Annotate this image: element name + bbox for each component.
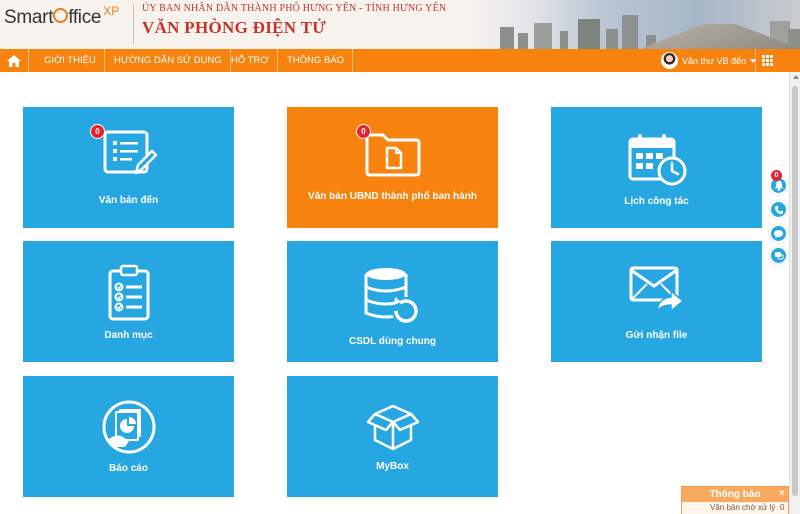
document-edit-icon [103,130,157,175]
office-name: VĂN PHÒNG ĐIỆN TỬ [142,18,327,37]
tile-label: Báo cáo [109,463,148,474]
count-badge: 0 [90,124,105,139]
tile-danh-muc[interactable]: Danh mục [23,241,234,362]
home-button[interactable] [0,49,29,72]
nav-item-ho-tro[interactable]: HỖ TRỢ [223,49,278,72]
tile-label: Gửi nhận file [625,330,688,341]
chat-icon [774,229,783,238]
apps-menu-button[interactable] [755,49,779,72]
tile-mybox[interactable]: MyBox [287,376,498,497]
database-refresh-icon [364,268,420,325]
user-name: Văn thư VB đến [682,55,747,66]
bell-count-badge: 0 [771,170,782,181]
support-chat-icon [774,251,783,259]
main-navbar: GIỚI THIỆU HƯỚNG DẪN SỬ DỤNG HỖ TRỢ THÔN… [0,49,800,72]
notification-text: Văn bản chờ xử lý [710,503,776,512]
tile-lich-cong-tac[interactable]: Lịch công tác [551,107,762,228]
tile-label: MyBox [376,461,409,472]
nav-item-huong-dan[interactable]: HƯỚNG DẪN SỬ DỤNG [106,49,231,72]
avatar [661,52,678,69]
scroll-up-arrow-icon[interactable] [793,75,799,79]
notification-title: Thông báo [709,489,761,500]
box-icon [366,404,419,451]
tile-label: Văn bản đến [98,195,159,206]
tile-van-ban-ubnd[interactable]: 0 Văn bản UBND thành phố ban hành [287,107,498,228]
chat-button[interactable] [769,224,788,243]
close-icon[interactable]: ✕ [778,488,786,499]
page-scrollbar[interactable] [789,72,800,514]
bell-icon [774,181,783,191]
phone-icon [774,205,783,214]
organization-name: ỦY BAN NHÂN DÂN THÀNH PHỐ HƯNG YÊN - TỈN… [142,3,447,14]
notification-popup[interactable]: Thông báo ✕ Văn bản chờ xử lý 0 [681,486,789,514]
nav-item-thong-bao[interactable]: THÔNG BÁO [279,49,354,72]
tile-van-ban-den[interactable]: 0 Văn bản đến [23,107,234,228]
notification-row[interactable]: Văn bản chờ xử lý [682,502,788,514]
tile-csdl-dung-chung[interactable]: CSDL dùng chung [287,241,498,362]
banner-divider [133,4,134,44]
tile-label: Văn bản UBND thành phố ban hành [308,191,477,202]
mail-forward-icon [629,266,684,313]
logo-text-smart: Smart [4,7,54,28]
support-button[interactable] [769,246,788,265]
tile-label: Lịch công tác [624,196,689,207]
tile-label: Danh mục [104,330,153,341]
logo-text-office: ffice [68,7,102,28]
user-menu[interactable]: Văn thư VB đến [661,49,757,72]
header-banner: Smart ffice XP ỦY BAN NHÂN DÂN THÀNH PHỐ… [0,0,800,49]
tile-label: CSDL dùng chung [348,336,437,347]
phone-button[interactable] [769,200,788,219]
smartoffice-logo[interactable]: Smart ffice XP [4,4,120,43]
count-badge: 0 [356,124,371,139]
app-root: Smart ffice XP ỦY BAN NHÂN DÂN THÀNH PHỐ… [0,0,800,514]
calendar-clock-icon [628,134,686,186]
nav-item-gioi-thieu[interactable]: GIỚI THIỆU [36,49,105,72]
folder-document-icon [365,133,420,177]
report-chart-icon [102,400,155,454]
home-icon [7,54,21,67]
scroll-thumb[interactable] [792,86,798,496]
grid-icon [762,55,773,66]
notification-count: 0 [780,503,785,512]
logo-o-ring [53,8,69,23]
tile-bao-cao[interactable]: Báo cáo [23,376,234,497]
clipboard-checklist-icon [108,264,149,321]
logo-text-xp: XP [103,4,120,18]
tile-gui-nhan-file[interactable]: Gửi nhận file [551,241,762,362]
